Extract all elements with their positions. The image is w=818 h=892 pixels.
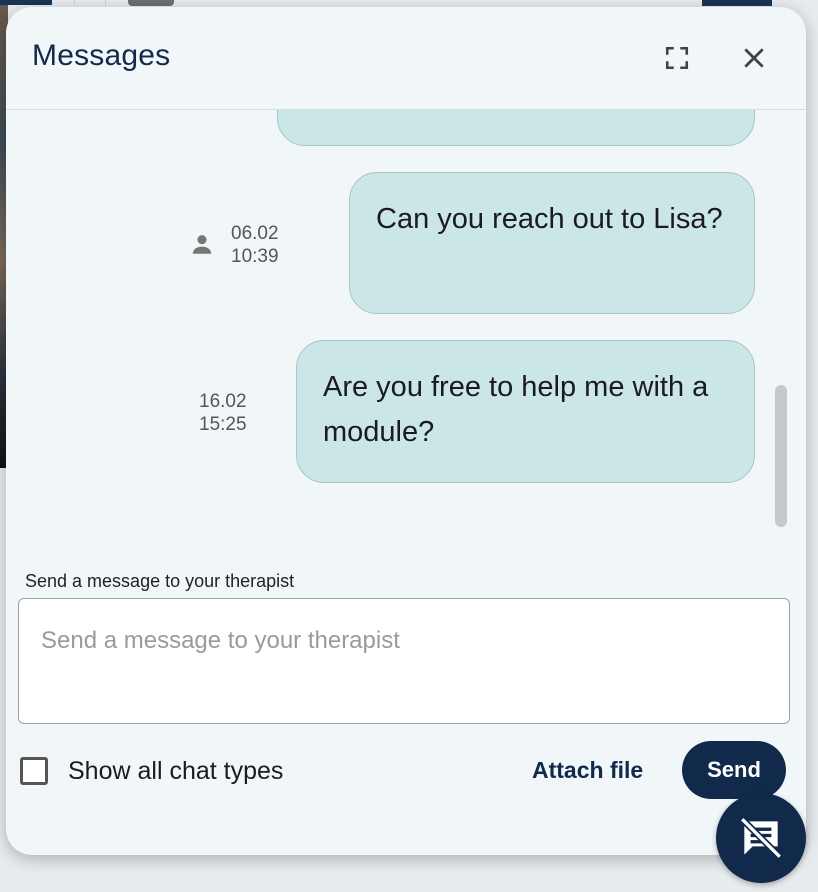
chat-toggle-button[interactable] (716, 793, 806, 883)
background-divider (74, 0, 106, 6)
show-all-chat-types-checkbox[interactable] (20, 757, 48, 785)
chat-off-icon (739, 816, 783, 860)
close-button[interactable] (739, 43, 769, 73)
send-button[interactable]: Send (682, 741, 786, 799)
close-icon (744, 48, 764, 68)
show-all-chat-types-label[interactable]: Show all chat types (68, 757, 283, 786)
message-bubble: Are you free to help me with a module? (296, 340, 755, 483)
fullscreen-button[interactable] (662, 43, 692, 73)
message-input-placeholder: Send a message to your therapist (41, 627, 400, 654)
message-timestamp: 16.02 15:25 (199, 390, 247, 436)
messages-dialog: Messages 06.02 10:39 Can you reach out t… (6, 7, 806, 855)
message-date: 06.02 (231, 223, 279, 244)
message-time: 15:25 (199, 414, 247, 435)
fullscreen-icon (665, 46, 689, 70)
attach-file-button[interactable]: Attach file (532, 757, 643, 784)
message-input[interactable]: Send a message to your therapist (18, 598, 790, 724)
message-date: 16.02 (199, 391, 247, 412)
background-tab (702, 0, 772, 6)
background-tab (0, 0, 52, 5)
message-bubble: Can you reach out to Lisa? (349, 172, 755, 314)
dialog-title: Messages (32, 39, 171, 72)
message-field-label: Send a message to your therapist (25, 571, 295, 591)
message-bubble (277, 110, 755, 146)
background-tab (128, 0, 174, 6)
message-timestamp: 06.02 10:39 (231, 222, 279, 268)
message-list[interactable]: 06.02 10:39 Can you reach out to Lisa? 1… (6, 110, 806, 550)
send-button-label: Send (707, 757, 761, 782)
dialog-header: Messages (6, 7, 806, 110)
person-icon (192, 235, 212, 254)
message-time: 10:39 (231, 246, 279, 267)
scrollbar-thumb[interactable] (775, 385, 787, 527)
